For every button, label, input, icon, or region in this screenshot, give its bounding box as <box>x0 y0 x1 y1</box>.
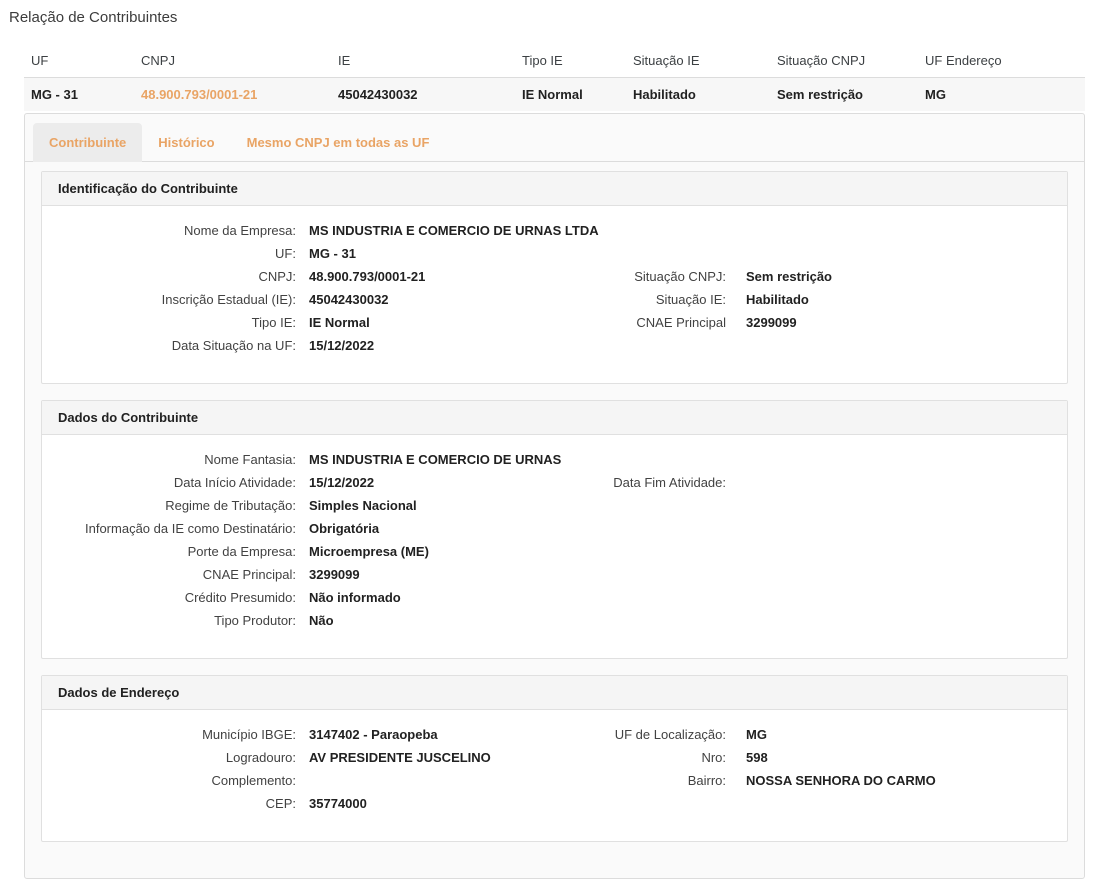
detail-panel: Contribuinte Histórico Mesmo CNPJ em tod… <box>24 113 1085 879</box>
field-label-nome-fantasia: Nome Fantasia: <box>42 448 296 471</box>
field-value-bairro: NOSSA SENHORA DO CARMO <box>746 769 936 792</box>
field-label-credito-presumido: Crédito Presumido: <box>42 586 296 609</box>
field-row: Tipo IE: IE Normal CNAE Principal 329909… <box>42 311 1067 334</box>
field-value-cnpj: 48.900.793/0001-21 <box>309 265 581 288</box>
field-row: Nome Fantasia: MS INDUSTRIA E COMERCIO D… <box>42 448 1067 471</box>
field-label-situacao-ie: Situação IE: <box>581 288 726 311</box>
field-row: Crédito Presumido: Não informado <box>42 586 1067 609</box>
col-header-situacao-cnpj: Situação CNPJ <box>777 44 925 77</box>
table-row: MG - 31 48.900.793/0001-21 45042430032 I… <box>24 77 1085 111</box>
field-value-uf: MG - 31 <box>309 242 581 265</box>
field-row: UF: MG - 31 <box>42 242 1067 265</box>
field-row: Data Início Atividade: 15/12/2022 Data F… <box>42 471 1067 494</box>
field-value-situacao-ie: Habilitado <box>746 288 809 311</box>
col-header-ie: IE <box>338 44 522 77</box>
tab-contribuinte[interactable]: Contribuinte <box>33 123 142 162</box>
tab-mesmo-cnpj[interactable]: Mesmo CNPJ em todas as UF <box>231 123 446 162</box>
field-label-uf-localizacao: UF de Localização: <box>581 723 726 746</box>
field-value-nome-empresa: MS INDUSTRIA E COMERCIO DE URNAS LTDA <box>309 219 581 242</box>
field-value-ie: 45042430032 <box>309 288 581 311</box>
field-label-data-fim: Data Fim Atividade: <box>581 471 726 494</box>
field-row: CNPJ: 48.900.793/0001-21 Situação CNPJ: … <box>42 265 1067 288</box>
field-label-data-inicio: Data Início Atividade: <box>42 471 296 494</box>
cell-ie: 45042430032 <box>338 77 522 111</box>
section-identificacao: Identificação do Contribuinte Nome da Em… <box>41 171 1068 384</box>
field-label-municipio: Município IBGE: <box>42 723 296 746</box>
field-row: Data Situação na UF: 15/12/2022 <box>42 334 1067 357</box>
field-value-credito-presumido: Não informado <box>309 586 581 609</box>
field-value-nro: 598 <box>746 746 768 769</box>
col-header-situacao-ie: Situação IE <box>633 44 777 77</box>
tab-historico[interactable]: Histórico <box>142 123 230 162</box>
field-value-data-situacao: 15/12/2022 <box>309 334 581 357</box>
cell-uf: MG - 31 <box>24 77 141 111</box>
col-header-tipo-ie: Tipo IE <box>522 44 633 77</box>
cell-situacao-cnpj: Sem restrição <box>777 77 925 111</box>
page-title: Relação de Contribuintes <box>9 9 1109 26</box>
field-label-cnae: CNAE Principal <box>581 311 726 334</box>
section-dados-contribuinte: Dados do Contribuinte Nome Fantasia: MS … <box>41 400 1068 659</box>
field-value-logradouro: AV PRESIDENTE JUSCELINO <box>309 746 581 769</box>
field-row: Nome da Empresa: MS INDUSTRIA E COMERCIO… <box>42 219 1067 242</box>
tab-bar: Contribuinte Histórico Mesmo CNPJ em tod… <box>25 114 1084 162</box>
field-row: Informação da IE como Destinatário: Obri… <box>42 517 1067 540</box>
field-label-tipo-ie: Tipo IE: <box>42 311 296 334</box>
cell-situacao-ie: Habilitado <box>633 77 777 111</box>
field-value-data-inicio: 15/12/2022 <box>309 471 581 494</box>
field-row: Município IBGE: 3147402 - Paraopeba UF d… <box>42 723 1067 746</box>
field-row: Logradouro: AV PRESIDENTE JUSCELINO Nro:… <box>42 746 1067 769</box>
col-header-cnpj: CNPJ <box>141 44 338 77</box>
field-value-cnae-principal: 3299099 <box>309 563 581 586</box>
section-title: Dados de Endereço <box>42 676 1067 710</box>
field-label-tipo-produtor: Tipo Produtor: <box>42 609 296 632</box>
field-label-info-ie-destinatario: Informação da IE como Destinatário: <box>42 517 296 540</box>
cnpj-link[interactable]: 48.900.793/0001-21 <box>141 87 257 102</box>
field-label-nome-empresa: Nome da Empresa: <box>42 219 296 242</box>
field-label-situacao-cnpj: Situação CNPJ: <box>581 265 726 288</box>
field-value-municipio: 3147402 - Paraopeba <box>309 723 581 746</box>
field-label-nro: Nro: <box>581 746 726 769</box>
field-label-uf: UF: <box>42 242 296 265</box>
field-value-cep: 35774000 <box>309 792 581 815</box>
field-value-cnae: 3299099 <box>746 311 797 334</box>
field-value-uf-localizacao: MG <box>746 723 767 746</box>
col-header-uf: UF <box>24 44 141 77</box>
field-row: Porte da Empresa: Microempresa (ME) <box>42 540 1067 563</box>
field-label-cnae-principal: CNAE Principal: <box>42 563 296 586</box>
field-row: CEP: 35774000 <box>42 792 1067 815</box>
field-label-porte: Porte da Empresa: <box>42 540 296 563</box>
field-label-cnpj: CNPJ: <box>42 265 296 288</box>
field-value-situacao-cnpj: Sem restrição <box>746 265 832 288</box>
field-value-nome-fantasia: MS INDUSTRIA E COMERCIO DE URNAS <box>309 448 581 471</box>
tab-content: Identificação do Contribuinte Nome da Em… <box>25 162 1084 878</box>
cell-tipo-ie: IE Normal <box>522 77 633 111</box>
section-endereco: Dados de Endereço Município IBGE: 314740… <box>41 675 1068 842</box>
field-row: Regime de Tributação: Simples Nacional <box>42 494 1067 517</box>
field-label-data-situacao: Data Situação na UF: <box>42 334 296 357</box>
field-label-complemento: Complemento: <box>42 769 296 792</box>
results-header-row: UF CNPJ IE Tipo IE Situação IE Situação … <box>24 44 1085 77</box>
section-title: Identificação do Contribuinte <box>42 172 1067 206</box>
field-row: Inscrição Estadual (IE): 45042430032 Sit… <box>42 288 1067 311</box>
results-table: UF CNPJ IE Tipo IE Situação IE Situação … <box>24 44 1085 111</box>
field-label-bairro: Bairro: <box>581 769 726 792</box>
field-value-info-ie-destinatario: Obrigatória <box>309 517 581 540</box>
field-value-tipo-produtor: Não <box>309 609 581 632</box>
col-header-uf-endereco: UF Endereço <box>925 44 1085 77</box>
field-row: Complemento: Bairro: NOSSA SENHORA DO CA… <box>42 769 1067 792</box>
field-value-porte: Microempresa (ME) <box>309 540 581 563</box>
cell-cnpj: 48.900.793/0001-21 <box>141 77 338 111</box>
section-title: Dados do Contribuinte <box>42 401 1067 435</box>
field-label-regime: Regime de Tributação: <box>42 494 296 517</box>
field-value-regime: Simples Nacional <box>309 494 581 517</box>
cell-uf-endereco: MG <box>925 77 1085 111</box>
field-label-logradouro: Logradouro: <box>42 746 296 769</box>
field-row: CNAE Principal: 3299099 <box>42 563 1067 586</box>
field-value-complemento <box>309 769 581 792</box>
field-row: Tipo Produtor: Não <box>42 609 1067 632</box>
field-label-cep: CEP: <box>42 792 296 815</box>
field-label-ie: Inscrição Estadual (IE): <box>42 288 296 311</box>
field-value-tipo-ie: IE Normal <box>309 311 581 334</box>
